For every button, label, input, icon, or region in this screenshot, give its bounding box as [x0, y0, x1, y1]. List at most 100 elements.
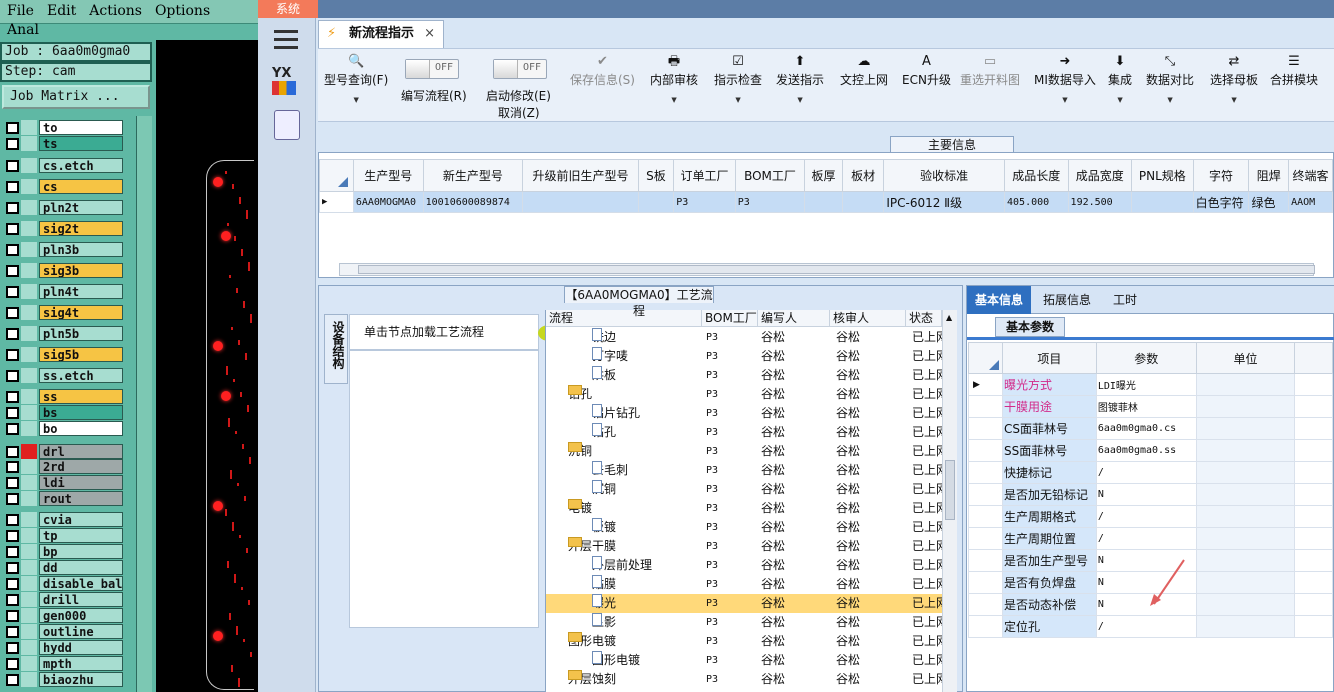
param-row[interactable]: 生产周期格式 / — [968, 505, 1333, 528]
layer-checkbox[interactable] — [6, 223, 19, 235]
table-row[interactable]: ▶ 6AA0MOGMA0 10010600089874 P3 P3 IPC-6012 Ⅱ级… — [319, 191, 1333, 213]
column-header[interactable]: 验收标准 — [883, 159, 1006, 192]
menu-item-options[interactable]: Options — [148, 0, 216, 19]
table-cell[interactable] — [804, 191, 843, 213]
column-header[interactable]: 终端客 — [1288, 159, 1333, 192]
table-cell[interactable]: 白色字符 — [1192, 191, 1250, 213]
param-row[interactable]: ▶ 曝光方式 LDI曝光 — [968, 373, 1333, 396]
table-cell[interactable]: 6AA0MOGMA0 — [352, 191, 424, 213]
layer-row[interactable]: hydd — [3, 640, 124, 655]
tab-basic-params[interactable]: 基本参数 — [995, 317, 1065, 337]
tree-column-header[interactable]: BOM工厂 — [702, 310, 758, 327]
tree-row[interactable]: −钻孔 P3 谷松 谷松 已上网 — [546, 385, 942, 404]
layer-row[interactable]: ldi — [3, 475, 124, 490]
table-cell[interactable] — [637, 191, 675, 213]
tree-row[interactable]: 曝光 P3 谷松 谷松 已上网 — [546, 594, 942, 613]
layer-checkbox[interactable] — [6, 122, 19, 134]
toolbar-button-3[interactable]: ☑ 指示检查 ▼ — [714, 53, 762, 104]
layer-row[interactable]: pln5b — [3, 326, 124, 341]
param-unit[interactable] — [1195, 615, 1296, 638]
toolbar-button-11[interactable]: ⇄ 选择母板 ▼ — [1210, 53, 1258, 104]
param-unit[interactable] — [1195, 549, 1296, 572]
param-value[interactable]: 6aa0m0gma0.cs — [1095, 417, 1197, 440]
param-unit[interactable] — [1195, 505, 1296, 528]
param-row[interactable]: 快捷标记 / — [968, 461, 1333, 484]
column-header[interactable]: 新生产型号 — [422, 159, 524, 192]
param-row[interactable]: 是否加无铅标记 N — [968, 483, 1333, 506]
close-icon[interactable]: × — [424, 21, 435, 47]
menu-item-edit[interactable]: Edit — [40, 0, 82, 19]
table-cell[interactable]: IPC-6012 Ⅱ级 — [883, 191, 1006, 213]
tree-row[interactable]: 钻孔 P3 谷松 谷松 已上网 — [546, 423, 942, 442]
layer-checkbox[interactable] — [6, 265, 19, 277]
layer-checkbox[interactable] — [6, 530, 19, 542]
param-unit[interactable] — [1195, 373, 1296, 396]
layer-checkbox[interactable] — [6, 446, 19, 458]
tree-column-header[interactable]: 编写人 — [758, 310, 830, 327]
yx-app-icon[interactable]: YX — [272, 66, 302, 98]
layer-row[interactable]: cvia — [3, 512, 124, 527]
layer-checkbox[interactable] — [6, 370, 19, 382]
tab-info-0[interactable]: 基本信息 — [967, 286, 1032, 314]
param-row[interactable]: 定位孔 / — [968, 615, 1333, 638]
graphic-canvas[interactable] — [156, 40, 258, 692]
layer-row[interactable]: ss — [3, 389, 124, 404]
layer-checkbox[interactable] — [6, 307, 19, 319]
layer-checkbox[interactable] — [6, 493, 19, 505]
layer-checkbox[interactable] — [6, 181, 19, 193]
column-header[interactable]: 板厚 — [804, 159, 843, 192]
layer-row[interactable]: bp — [3, 544, 124, 559]
table-cell[interactable]: P3 — [734, 191, 806, 213]
scroll-thumb[interactable] — [945, 460, 955, 520]
param-row[interactable]: 干膜用途 图镀菲林 — [968, 395, 1333, 418]
column-header[interactable]: 升级前旧生产型号 — [522, 159, 639, 192]
toolbar-button-6[interactable]: A ECN升级 — [902, 53, 951, 88]
layer-checkbox[interactable] — [6, 514, 19, 526]
edit-flow-toggle[interactable]: OFF — [405, 59, 459, 79]
param-value[interactable]: 6aa0m0gma0.ss — [1095, 439, 1197, 462]
tree-row[interactable]: 贴膜 P3 谷松 谷松 已上网 — [546, 575, 942, 594]
horizontal-scrollbar[interactable] — [339, 263, 1315, 276]
param-unit[interactable] — [1195, 571, 1296, 594]
tree-column-header[interactable]: 核审人 — [830, 310, 906, 327]
layer-row[interactable]: bs — [3, 405, 124, 420]
toolbar-button-0[interactable]: 🔍 型号查询(F) ▼ — [324, 53, 388, 104]
toolbar-button-5[interactable]: ☁ 文控上网 — [840, 53, 888, 88]
column-header[interactable]: 成品长度 — [1004, 159, 1069, 192]
calculator-icon[interactable] — [274, 110, 300, 140]
column-header[interactable]: BOM工厂 — [734, 159, 806, 192]
table-cell[interactable]: 405.000 — [1004, 191, 1069, 213]
layer-row[interactable]: pln4t — [3, 284, 124, 299]
layer-row[interactable]: ts — [3, 136, 124, 151]
param-value[interactable]: / — [1095, 461, 1197, 484]
layer-row[interactable]: dd — [3, 560, 124, 575]
column-header[interactable]: 阻焊 — [1248, 159, 1290, 192]
layer-row[interactable]: sig3b — [3, 263, 124, 278]
layer-checkbox[interactable] — [6, 423, 19, 435]
layer-row[interactable]: to — [3, 120, 124, 135]
tree-row[interactable]: −外层蚀刻 P3 谷松 谷松 已上网 — [546, 670, 942, 689]
tree-row[interactable]: 铝片钻孔 P3 谷松 谷松 已上网 — [546, 404, 942, 423]
layer-checkbox[interactable] — [6, 546, 19, 558]
tab-device-structure[interactable]: 设备结构 — [324, 314, 348, 384]
param-row[interactable]: CS面菲林号 6aa0m0gma0.cs — [968, 417, 1333, 440]
tree-column-header[interactable]: 流程 — [546, 310, 702, 327]
param-column-header[interactable]: 参数 — [1095, 342, 1197, 374]
tab-info-2[interactable]: 工时 — [1105, 286, 1145, 314]
dropdown-arrow-icon[interactable]: ▼ — [1034, 96, 1096, 104]
layer-row[interactable]: biaozhu — [3, 672, 124, 687]
param-unit[interactable] — [1195, 439, 1296, 462]
layer-row[interactable]: sig5b — [3, 347, 124, 362]
layer-row[interactable]: mpth — [3, 656, 124, 671]
column-header[interactable]: PNL规格 — [1131, 159, 1194, 192]
toolbar-button-9[interactable]: ⬇ 集成 ▼ — [1108, 53, 1132, 104]
layer-row[interactable]: drill — [3, 592, 124, 607]
column-header[interactable]: 板材 — [841, 159, 885, 192]
layer-row[interactable]: bo — [3, 421, 124, 436]
toolbar-button-10[interactable]: ⤡ 数据对比 ▼ — [1146, 53, 1194, 104]
table-cell[interactable]: AAOM — [1288, 191, 1333, 213]
param-unit[interactable] — [1195, 395, 1296, 418]
column-header[interactable]: 成品宽度 — [1067, 159, 1133, 192]
menu-item-file[interactable]: File — [0, 0, 40, 19]
param-value[interactable]: 图镀菲林 — [1095, 395, 1197, 418]
